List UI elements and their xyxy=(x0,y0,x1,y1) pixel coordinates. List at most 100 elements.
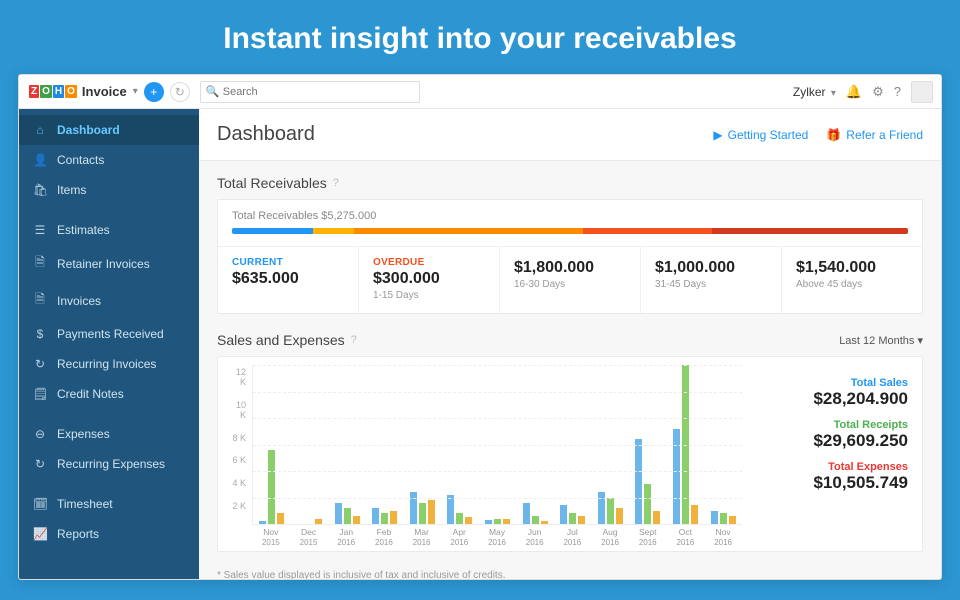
credit-icon: 🗒 xyxy=(33,387,47,401)
bar-sales xyxy=(560,505,567,524)
x-tick: Oct2016 xyxy=(667,525,705,547)
bucket-amount: $1,540.000 xyxy=(796,259,908,277)
sidebar-item-contacts[interactable]: 👤 Contacts xyxy=(19,145,199,175)
notifications-icon[interactable]: 🔔 xyxy=(846,84,862,100)
sidebar-item-label: Retainer Invoices xyxy=(57,257,150,271)
bar-expenses xyxy=(390,511,397,524)
main-content: Dashboard ▶Getting Started 🎁Refer a Frie… xyxy=(199,109,941,579)
dashboard-icon: ⌂ xyxy=(33,123,47,137)
getting-started-link[interactable]: ▶Getting Started xyxy=(713,128,808,142)
sidebar-item-label: Contacts xyxy=(57,153,104,167)
bar-sales xyxy=(711,511,718,524)
total-receipts-label: Total Receipts xyxy=(756,419,908,431)
bucket-label: OVERDUE xyxy=(373,257,485,268)
bar-sales xyxy=(372,508,379,524)
sidebar-item-label: Recurring Invoices xyxy=(57,357,156,371)
org-switcher[interactable]: Zylker ▾ xyxy=(793,85,836,99)
bar-expenses xyxy=(315,519,322,524)
recurring-icon: ↻ xyxy=(33,457,47,471)
sidebar-item-reports[interactable]: 📈 Reports xyxy=(19,519,199,549)
total-sales-value: $28,204.900 xyxy=(756,389,908,409)
refer-friend-link[interactable]: 🎁Refer a Friend xyxy=(826,128,923,142)
sidebar-item-estimates[interactable]: ☰Estimates xyxy=(19,215,199,245)
bucket-amount: $635.000 xyxy=(232,270,344,288)
bar-receipts xyxy=(644,484,651,524)
receivables-bucket: $1,800.00016-30 Days xyxy=(500,247,641,313)
page-title: Dashboard xyxy=(217,123,713,146)
chevron-down-icon: ▾ xyxy=(917,335,923,347)
items-icon: 🛍 xyxy=(33,183,47,197)
aging-segment xyxy=(313,228,354,234)
y-tick: 8 K xyxy=(228,433,246,443)
bucket-range: Above 45 days xyxy=(796,279,908,290)
bar-expenses xyxy=(428,500,435,524)
receivables-bucket: $1,540.000 Above 45 days xyxy=(782,247,922,313)
bar-expenses xyxy=(616,508,623,524)
product-switcher[interactable]: ZOHO Invoice ▾ xyxy=(27,84,138,99)
settings-icon[interactable]: ⚙ xyxy=(872,84,884,100)
x-tick: Nov2016 xyxy=(704,525,742,547)
sales-expenses-totals: Total Sales $28,204.900 Total Receipts $… xyxy=(742,357,922,551)
bar-expenses xyxy=(541,521,548,524)
contacts-icon: 👤 xyxy=(33,153,47,167)
sidebar-item-retainer-invoices[interactable]: 🗎 Retainer Invoices xyxy=(19,245,199,282)
bar-expenses xyxy=(653,511,660,524)
x-tick: Sept2016 xyxy=(629,525,667,547)
sidebar: ⌂ Dashboard 👤 Contacts 🛍 Items ☰Estimates 🗎 Reta… xyxy=(19,109,199,579)
bar-receipts xyxy=(569,513,576,524)
receivables-bucket: OVERDUE$300.0001-15 Days xyxy=(359,247,500,313)
x-tick: Jun2016 xyxy=(516,525,554,547)
search-input[interactable] xyxy=(200,81,420,103)
retainer-icon: 🗎 xyxy=(33,253,47,274)
sales-expenses-chart: 12 K10 K8 K6 K4 K2 K Nov2015Dec2015Jan20… xyxy=(218,357,742,551)
product-name: Invoice xyxy=(82,84,127,99)
sales-expenses-card: 12 K10 K8 K6 K4 K2 K Nov2015Dec2015Jan20… xyxy=(217,356,923,552)
bar-expenses xyxy=(578,516,585,524)
app-window: ZOHO Invoice ▾ + ↻ 🔍 Zylker ▾ 🔔 ⚙ ? ⌂ Das… xyxy=(18,74,942,580)
chevron-down-icon: ▾ xyxy=(831,88,836,99)
quick-add-button[interactable]: + xyxy=(144,82,164,102)
bar-sales xyxy=(447,495,454,524)
sidebar-item-dashboard[interactable]: ⌂ Dashboard xyxy=(19,115,199,145)
receivables-aging-bar xyxy=(232,228,908,234)
bar-receipts xyxy=(381,513,388,524)
aging-segment xyxy=(712,228,908,234)
payments-icon: $ xyxy=(33,327,47,341)
sidebar-item-recurring-expenses[interactable]: ↻Recurring Expenses xyxy=(19,449,199,479)
play-icon: ▶ xyxy=(713,128,722,142)
total-expenses-label: Total Expenses xyxy=(756,461,908,473)
sidebar-item-label: Estimates xyxy=(57,223,110,237)
recurring-icon: ↻ xyxy=(33,357,47,371)
search-icon: 🔍 xyxy=(206,85,220,98)
sidebar-item-invoices[interactable]: 🗎Invoices xyxy=(19,282,199,319)
gift-icon: 🎁 xyxy=(826,128,841,142)
sidebar-item-items[interactable]: 🛍 Items xyxy=(19,175,199,205)
sidebar-item-recurring-invoices[interactable]: ↻ Recurring Invoices xyxy=(19,349,199,379)
help-icon[interactable]: ? xyxy=(333,177,339,189)
chart-footnote: * Sales value displayed is inclusive of … xyxy=(217,570,923,579)
recent-activity-button[interactable]: ↻ xyxy=(170,82,190,102)
sidebar-item-credit-notes[interactable]: 🗒 Credit Notes xyxy=(19,379,199,409)
bucket-label: CURRENT xyxy=(232,257,344,268)
receivables-bucket: CURRENT $635.000 xyxy=(218,247,359,313)
sidebar-item-expenses[interactable]: ⊖Expenses xyxy=(19,419,199,449)
bar-sales xyxy=(485,520,492,524)
help-icon[interactable]: ? xyxy=(894,84,901,99)
reports-icon: 📈 xyxy=(33,527,47,541)
sidebar-item-timesheet[interactable]: 🗓Timesheet xyxy=(19,489,199,519)
sidebar-item-label: Dashboard xyxy=(57,123,120,137)
sidebar-item-label: Credit Notes xyxy=(57,387,124,401)
sidebar-item-label: Reports xyxy=(57,527,99,541)
help-icon[interactable]: ? xyxy=(351,334,357,346)
y-tick: 4 K xyxy=(228,478,246,488)
bar-expenses xyxy=(465,517,472,524)
bucket-range: 1-15 Days xyxy=(373,290,485,301)
sidebar-item-label: Items xyxy=(57,183,86,197)
avatar[interactable] xyxy=(911,81,933,103)
sidebar-item-payments-received[interactable]: $Payments Received xyxy=(19,319,199,349)
hero-title: Instant insight into your receivables xyxy=(0,0,960,74)
expenses-icon: ⊖ xyxy=(33,427,47,441)
date-range-selector[interactable]: Last 12 Months ▾ xyxy=(839,334,923,347)
bucket-amount: $1,000.000 xyxy=(655,259,767,277)
bar-expenses xyxy=(503,519,510,524)
